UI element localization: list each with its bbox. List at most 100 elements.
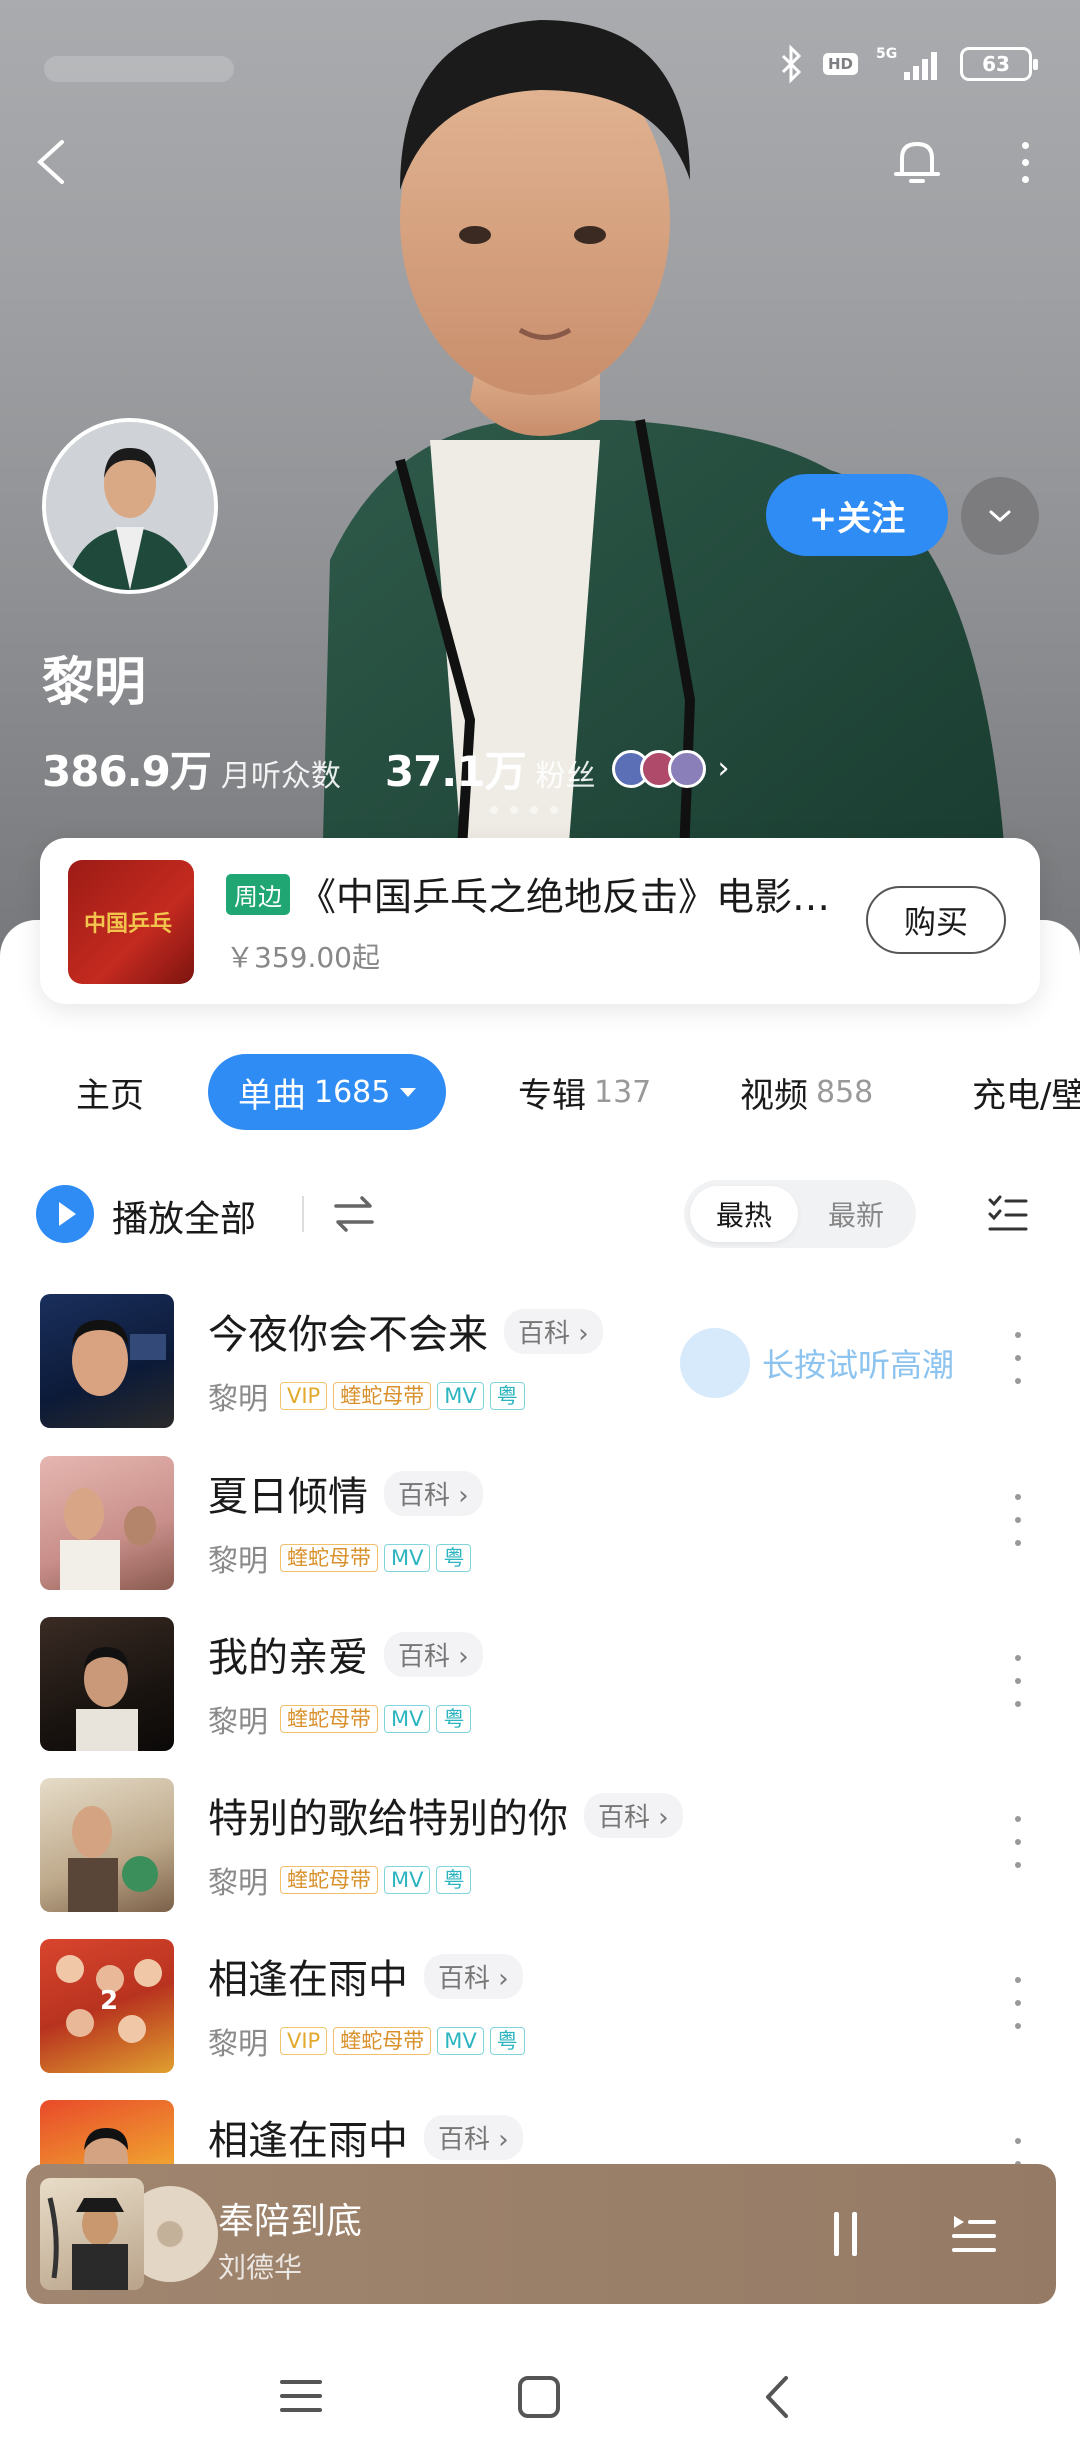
song-more-button[interactable] xyxy=(1010,1816,1026,1868)
song-artist: 黎明 xyxy=(208,1382,268,1417)
song-meta: 黎明 蝰蛇母带 MV 粤 xyxy=(208,1858,472,1902)
mv-badge[interactable]: MV xyxy=(384,1544,431,1572)
tab-count: 137 xyxy=(594,1074,652,1110)
sort-new-option[interactable]: 最新 xyxy=(802,1186,910,1242)
song-artist: 黎明 xyxy=(208,1866,268,1901)
song-title: 今夜你会不会来 百科 › xyxy=(208,1302,603,1360)
baike-link[interactable]: 百科 › xyxy=(584,1793,683,1838)
hd-badge: HD xyxy=(822,53,858,75)
sort-toggle: 最热 最新 xyxy=(684,1180,916,1248)
hires-badge: 蝰蛇母带 xyxy=(333,1382,432,1410)
tab-count: 858 xyxy=(816,1074,874,1110)
chevron-right-icon[interactable]: › xyxy=(718,751,730,786)
shuffle-icon[interactable] xyxy=(330,1192,378,1236)
baike-link[interactable]: 百科 › xyxy=(424,2115,523,2160)
sort-hot-option[interactable]: 最热 xyxy=(690,1186,798,1242)
expand-button[interactable] xyxy=(961,477,1039,555)
song-title: 相逢在雨中 百科 › xyxy=(208,1947,523,2005)
tab-albums[interactable]: 专辑 137 xyxy=(518,1054,651,1130)
song-more-button[interactable] xyxy=(1010,1655,1026,1707)
baike-link[interactable]: 百科 › xyxy=(504,1309,603,1354)
playlist-queue-icon[interactable] xyxy=(946,2208,1002,2262)
now-playing-artist: 刘德华 xyxy=(218,2251,303,2284)
list-item[interactable]: 2 相逢在雨中 百科 › 黎明 VIP 蝰蛇母带 MV 粤 xyxy=(0,1933,1080,2073)
list-item[interactable]: 今夜你会不会来 百科 › 黎明 VIP 蝰蛇母带 MV 粤 长按试听高潮 xyxy=(0,1288,1080,1428)
bell-icon[interactable] xyxy=(890,134,944,190)
song-more-button[interactable] xyxy=(1010,1332,1026,1384)
caret-down-icon xyxy=(400,1087,417,1097)
song-cover xyxy=(40,1617,174,1751)
cantonese-badge: 粤 xyxy=(436,1866,472,1894)
list-item[interactable]: 我的亲爱 百科 › 黎明 蝰蛇母带 MV 粤 xyxy=(0,1611,1080,1751)
pause-button[interactable] xyxy=(826,2208,866,2262)
song-meta: 黎明 VIP 蝰蛇母带 MV 粤 xyxy=(208,1374,525,1418)
tab-home[interactable]: 主页 xyxy=(76,1054,144,1130)
song-toolbar: 播放全部 最热 最新 xyxy=(0,1176,1080,1252)
back-icon[interactable] xyxy=(760,2372,794,2422)
song-cover xyxy=(40,1778,174,1912)
song-title: 夏日倾情 百科 › xyxy=(208,1464,483,1522)
song-title-text: 夏日倾情 xyxy=(208,1474,368,1520)
preview-hint-text: 长按试听高潮 xyxy=(762,1346,955,1384)
song-title: 特别的歌给特别的你 百科 › xyxy=(208,1786,683,1844)
artist-name: 黎明 xyxy=(42,653,147,713)
promo-tag: 周边 xyxy=(226,874,290,915)
list-item[interactable]: 夏日倾情 百科 › 黎明 蝰蛇母带 MV 粤 xyxy=(0,1450,1080,1590)
promo-cover-text: 中国乒乓 xyxy=(84,912,173,937)
promo-price: ￥359.00起 xyxy=(226,941,380,974)
song-artist: 黎明 xyxy=(208,2027,268,2062)
mv-badge[interactable]: MV xyxy=(437,1382,484,1410)
baike-link[interactable]: 百科 › xyxy=(384,1632,483,1677)
preview-hint: 长按试听高潮 xyxy=(680,1328,954,1398)
monthly-listeners-label: 月听众数 xyxy=(220,759,341,794)
mv-badge[interactable]: MV xyxy=(437,2027,484,2055)
play-all-button[interactable]: 播放全部 xyxy=(112,1190,256,1242)
list-item[interactable]: 特别的歌给特别的你 百科 › 黎明 蝰蛇母带 MV 粤 xyxy=(0,1772,1080,1912)
more-menu-button[interactable] xyxy=(1010,132,1040,192)
avatar[interactable] xyxy=(42,418,218,594)
fans-count[interactable]: 37.1万 xyxy=(385,738,527,799)
cantonese-badge: 粤 xyxy=(489,2027,525,2055)
system-nav-bar xyxy=(0,2330,1080,2460)
recents-menu-icon[interactable] xyxy=(280,2378,322,2414)
merch-promo-card[interactable]: 中国乒乓 周边 《中国乒乓之绝地反击》电影… ￥359.00起 购买 xyxy=(40,838,1040,1004)
song-cover xyxy=(40,1294,174,1428)
mv-badge[interactable]: MV xyxy=(384,1866,431,1894)
preview-icon xyxy=(680,1328,750,1398)
fan-avatars[interactable] xyxy=(611,749,706,788)
home-icon[interactable] xyxy=(518,2376,560,2418)
signal-icon: 5G xyxy=(876,46,937,80)
list-item[interactable]: 相逢在雨中 百科 › xyxy=(0,2094,1080,2168)
photo-page-indicator xyxy=(490,806,558,814)
follow-button[interactable]: +关注 xyxy=(766,474,948,556)
tab-singles[interactable]: 单曲 1685 xyxy=(208,1054,447,1130)
song-meta: 黎明 蝰蛇母带 MV 粤 xyxy=(208,1536,472,1580)
promo-title: 《中国乒乓之绝地反击》电影… xyxy=(298,875,831,919)
mv-badge[interactable]: MV xyxy=(384,1705,431,1733)
song-title-text: 特别的歌给特别的你 xyxy=(208,1796,568,1842)
svg-text:2: 2 xyxy=(100,1986,118,2016)
mini-player[interactable]: 奉陪到底 刘德华 xyxy=(26,2164,1056,2304)
artist-tabs: 主页 单曲 1685 专辑 137 视频 858 充电/壁 xyxy=(0,1054,1080,1130)
status-notifications xyxy=(44,56,234,82)
tab-videos[interactable]: 视频 858 xyxy=(740,1054,873,1130)
baike-link[interactable]: 百科 › xyxy=(424,1954,523,1999)
buy-button[interactable]: 购买 xyxy=(866,886,1006,954)
hires-badge: 蝰蛇母带 xyxy=(280,1544,378,1572)
chevron-down-icon xyxy=(989,510,1011,523)
back-button[interactable] xyxy=(26,132,76,192)
fans-label[interactable]: 粉丝 xyxy=(536,751,596,795)
tab-charge[interactable]: 充电/壁 xyxy=(972,1054,1080,1130)
song-list: 今夜你会不会来 百科 › 黎明 VIP 蝰蛇母带 MV 粤 长按试听高潮 夏日倾情… xyxy=(0,1288,1080,2168)
multi-select-icon[interactable] xyxy=(986,1192,1030,1236)
baike-link[interactable]: 百科 › xyxy=(384,1471,483,1516)
song-more-button[interactable] xyxy=(1010,1977,1026,2029)
song-meta: 黎明 VIP 蝰蛇母带 MV 粤 xyxy=(208,2019,525,2063)
network-type: 5G xyxy=(876,46,897,62)
song-title-text: 今夜你会不会来 xyxy=(208,1312,488,1358)
play-all-icon[interactable] xyxy=(36,1185,94,1243)
song-more-button[interactable] xyxy=(1010,1494,1026,1546)
cantonese-badge: 粤 xyxy=(489,1382,525,1410)
artist-stats: 386.9万 月听众数 37.1万 粉丝 › xyxy=(42,738,730,799)
song-title-text: 相逢在雨中 xyxy=(208,2118,408,2164)
